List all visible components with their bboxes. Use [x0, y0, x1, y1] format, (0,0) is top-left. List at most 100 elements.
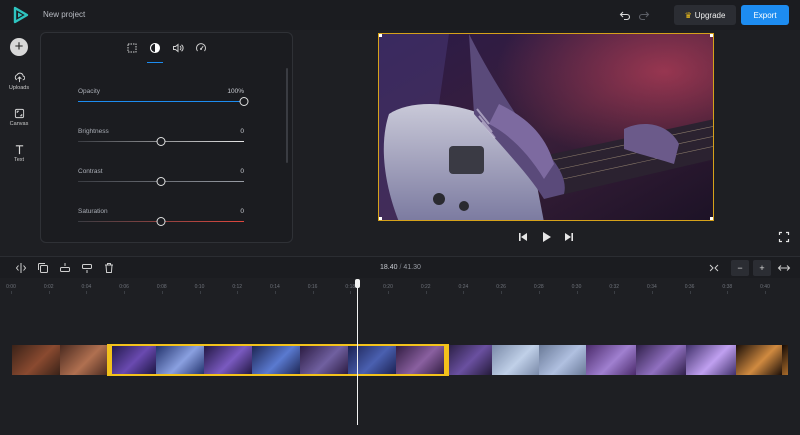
ruler-tick — [425, 291, 427, 294]
crown-icon: ♛ — [684, 10, 692, 20]
ruler-tick — [161, 291, 163, 294]
redo-icon[interactable] — [638, 9, 650, 21]
timeline-toolbar: 18.40 / 41.30 − + — [0, 256, 800, 278]
clip-thumbnail — [539, 345, 586, 375]
contrast-slider[interactable]: Contrast 0 — [78, 168, 244, 198]
split-icon[interactable] — [14, 261, 28, 275]
ruler-tick — [350, 291, 352, 294]
ruler-tick-label: 0:16 — [307, 284, 318, 290]
slider-thumb[interactable] — [156, 137, 166, 146]
playhead[interactable] — [357, 285, 358, 425]
ruler-tick — [237, 291, 239, 294]
slider-thumb[interactable] — [156, 217, 166, 226]
speed-icon[interactable] — [195, 42, 207, 54]
ruler-tick-label: 0:40 — [760, 284, 770, 290]
clip-thumbnail — [60, 345, 108, 375]
ruler-tick-label: 0:22 — [420, 284, 431, 290]
video-editor: New project ♛ Upgrade Export + Uploads C… — [0, 0, 800, 435]
ruler-tick-label: 0:34 — [647, 284, 657, 290]
clip-thumbnail — [686, 345, 736, 375]
delete-icon[interactable] — [102, 261, 116, 275]
ruler-tick-label: 0:14 — [270, 284, 280, 290]
fullscreen-icon[interactable] — [777, 230, 791, 244]
brightness-slider[interactable]: Brightness 0 — [78, 128, 244, 158]
project-title[interactable]: New project — [43, 10, 85, 19]
left-rail: + Uploads Canvas Text — [0, 30, 38, 255]
slider-track[interactable] — [78, 101, 244, 102]
play-icon[interactable] — [539, 230, 553, 244]
rail-item-text[interactable]: Text — [0, 144, 38, 163]
ruler-tick-label: 0:20 — [383, 284, 393, 290]
canvas-icon — [14, 108, 24, 119]
slider-value: 0 — [240, 128, 244, 135]
clip-thumbnail — [736, 345, 782, 375]
clip-thumbnail — [108, 345, 156, 375]
slider-thumb[interactable] — [156, 177, 166, 186]
resize-handle[interactable] — [379, 34, 382, 37]
rail-label-text: Text — [13, 157, 25, 163]
timeline-ruler[interactable]: 0:00 0:02 0:04 0:06 0:08 0:10 0:12 0:14 0:16 0:18… — [0, 280, 800, 294]
ruler-tick-label: 0:36 — [684, 284, 695, 290]
ruler-tick-label: 0:06 — [119, 284, 129, 290]
ruler-tick — [576, 291, 578, 294]
ruler-tick — [501, 291, 503, 294]
zoom-out-button[interactable]: − — [731, 260, 749, 276]
volume-icon[interactable] — [172, 42, 184, 54]
adjust-icon[interactable] — [149, 42, 161, 54]
slider-label: Contrast — [78, 168, 103, 175]
clip-thumbnail — [204, 345, 252, 375]
ruler-tick-label: 0:10 — [194, 284, 205, 290]
total-time: 41.30 — [403, 264, 421, 271]
time-separator: / — [399, 264, 402, 271]
fit-timeline-icon[interactable] — [707, 261, 721, 275]
ruler-tick — [727, 291, 729, 294]
trim-start-icon[interactable] — [58, 261, 72, 275]
ruler-tick — [199, 291, 201, 294]
video-frame — [379, 34, 713, 220]
upgrade-button[interactable]: ♛ Upgrade — [674, 5, 736, 25]
clip-trim-handle-right[interactable] — [444, 344, 449, 376]
add-media-button[interactable]: + — [10, 38, 28, 56]
duplicate-icon[interactable] — [36, 261, 50, 275]
video-preview[interactable] — [378, 33, 714, 221]
ruler-tick — [11, 291, 12, 294]
slider-label: Saturation — [78, 208, 108, 215]
clip-thumbnail — [300, 345, 348, 375]
clip-thumbnail — [444, 345, 492, 375]
ruler-tick — [274, 291, 276, 294]
ruler-tick-label: 0:24 — [458, 284, 469, 290]
text-icon — [15, 145, 23, 155]
trim-end-icon[interactable] — [80, 261, 94, 275]
ruler-tick — [689, 291, 691, 294]
clip-trim-handle-left[interactable] — [107, 344, 112, 376]
upgrade-label: Upgrade — [694, 10, 726, 20]
active-tab-indicator — [147, 62, 163, 63]
upload-icon — [14, 72, 25, 83]
ruler-tick — [312, 291, 314, 294]
expand-icon[interactable] — [777, 261, 791, 275]
ruler-tick-label: 0:30 — [571, 284, 582, 290]
opacity-slider[interactable]: Opacity 100% — [78, 88, 249, 118]
rail-item-uploads[interactable]: Uploads — [0, 72, 38, 91]
ruler-tick-label: 0:00 — [6, 284, 16, 290]
ruler-tick-label: 0:04 — [81, 284, 92, 290]
undo-icon[interactable] — [619, 9, 631, 21]
ruler-tick — [388, 291, 389, 294]
skip-forward-icon[interactable] — [562, 230, 576, 244]
video-track[interactable] — [12, 345, 788, 375]
zoom-in-button[interactable]: + — [753, 260, 771, 276]
ruler-tick — [538, 291, 540, 294]
playback-controls — [0, 230, 800, 246]
panel-scrollbar[interactable] — [286, 68, 288, 163]
slider-thumb[interactable] — [239, 97, 249, 106]
export-button[interactable]: Export — [741, 5, 789, 25]
crop-icon[interactable] — [126, 42, 138, 54]
time-display: 18.40 / 41.30 — [380, 264, 421, 271]
skip-back-icon[interactable] — [516, 230, 530, 244]
logo-icon — [13, 6, 29, 24]
rail-item-canvas[interactable]: Canvas — [0, 108, 38, 127]
ruler-tick-label: 0:32 — [609, 284, 620, 290]
clip-thumbnail — [156, 345, 204, 375]
ruler-tick-label: 0:38 — [722, 284, 733, 290]
slider-label: Opacity — [78, 88, 101, 95]
